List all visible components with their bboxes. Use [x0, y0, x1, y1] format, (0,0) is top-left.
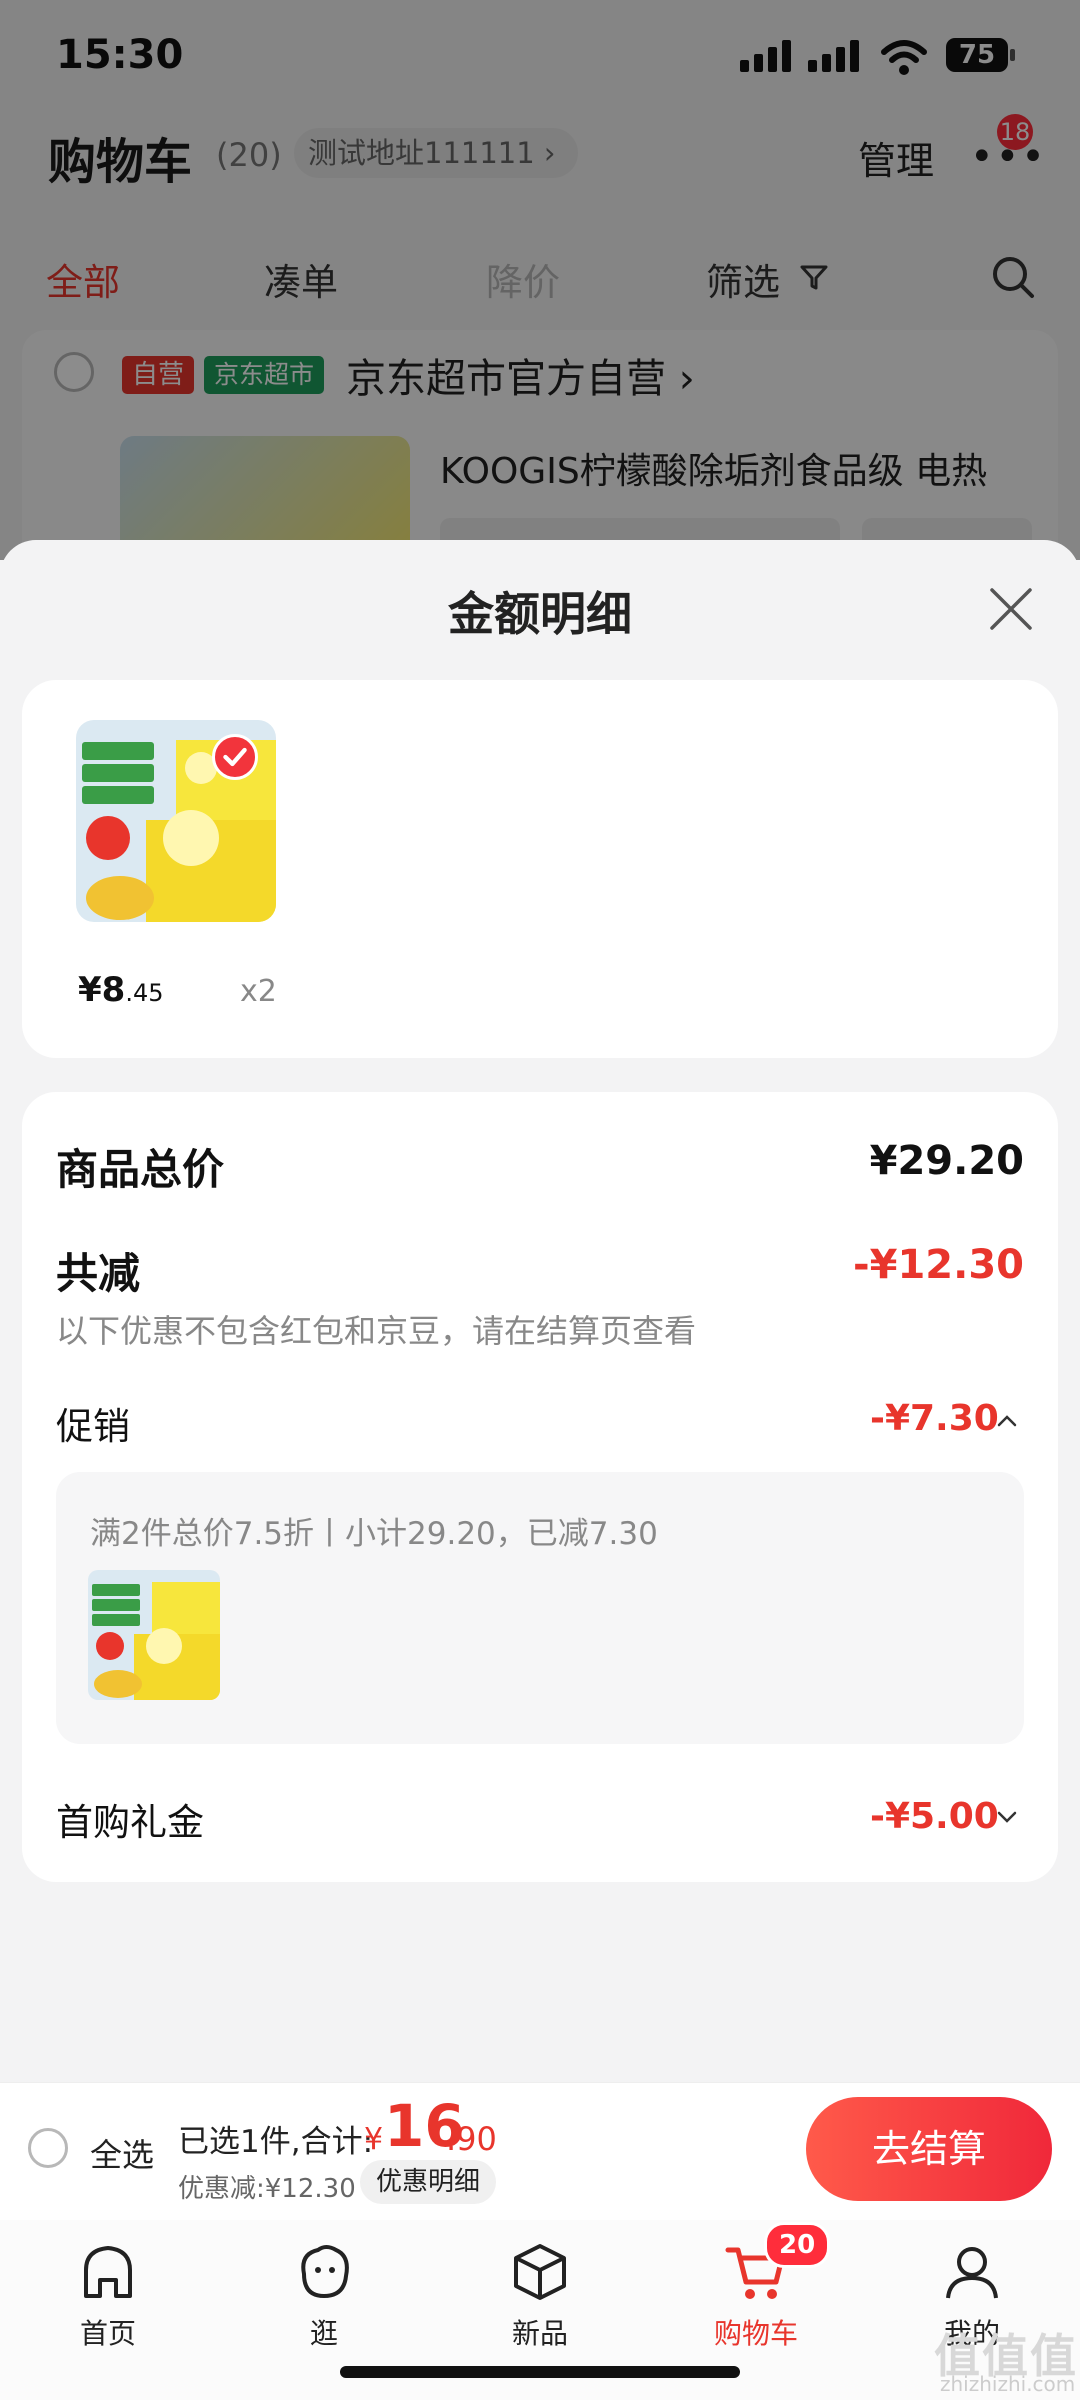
- chevron-up-icon[interactable]: [996, 1414, 1018, 1428]
- nav-cart-label: 购物车: [713, 2317, 798, 2350]
- checkout-button[interactable]: 去结算: [806, 2097, 1052, 2201]
- total-reduction-label: 共减: [56, 1249, 141, 1298]
- dim-overlay[interactable]: [0, 0, 1080, 560]
- item-unit-price: ¥8.45: [78, 970, 164, 1010]
- selected-count-text: 已选1件,合计:: [178, 2124, 374, 2160]
- selected-check-icon: [212, 734, 258, 780]
- select-all-label[interactable]: 全选: [90, 2130, 154, 2176]
- chevron-down-icon[interactable]: [996, 1810, 1018, 1824]
- select-all-radio[interactable]: [28, 2128, 68, 2168]
- nav-browse[interactable]: 逛: [254, 2240, 394, 2350]
- first-purchase-gift-value[interactable]: -¥5.00: [870, 1796, 999, 1837]
- reduction-note: 以下优惠不包含红包和京豆，请在结算页查看: [56, 1312, 697, 1350]
- close-icon[interactable]: [988, 586, 1034, 632]
- discount-detail-button[interactable]: 优惠明细: [360, 2160, 497, 2204]
- promotion-label: 促销: [56, 1405, 130, 1448]
- total-reduction-value: -¥12.30: [853, 1242, 1024, 1288]
- item-price-decimal: .45: [125, 979, 164, 1007]
- watermark-url: zhizhizhi.com: [940, 2372, 1076, 2396]
- nav-home-label: 首页: [79, 2317, 136, 2350]
- sheet-title: 金额明细: [448, 587, 632, 641]
- promotion-value[interactable]: -¥7.30: [870, 1398, 999, 1439]
- nav-new-label: 新品: [511, 2317, 568, 2350]
- home-icon: [84, 2246, 132, 2298]
- first-purchase-gift-label: 首购礼金: [56, 1801, 204, 1844]
- browse-icon: [301, 2245, 349, 2299]
- home-indicator: [340, 2366, 740, 2378]
- nav-browse-label: 逛: [309, 2317, 338, 2350]
- promotion-product-image: [88, 1570, 220, 1700]
- cube-icon: [514, 2244, 566, 2300]
- subtotal-value: ¥29.20: [869, 1138, 1024, 1184]
- promotion-detail-text: 满2件总价7.5折丨小计29.20，已减7.30: [90, 1516, 658, 1552]
- item-quantity: x2: [240, 974, 277, 1009]
- user-icon: [946, 2247, 998, 2299]
- nav-new[interactable]: 新品: [470, 2240, 610, 2350]
- total-price-decimal: .90: [446, 2120, 497, 2158]
- item-price-integer: ¥8: [78, 970, 126, 1010]
- cart-count-badge: 20: [764, 2222, 831, 2268]
- nav-home[interactable]: 首页: [38, 2240, 178, 2350]
- subtotal-label: 商品总价: [56, 1145, 225, 1194]
- total-currency: ¥: [364, 2122, 384, 2157]
- discount-amount: 优惠减:¥12.30: [178, 2174, 356, 2204]
